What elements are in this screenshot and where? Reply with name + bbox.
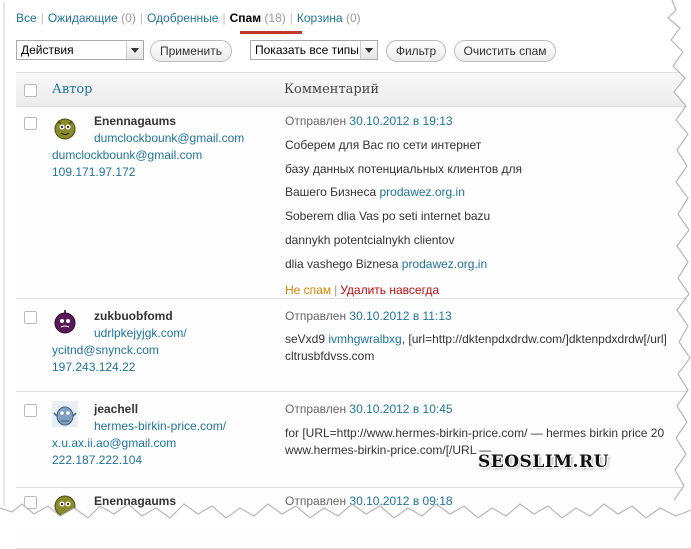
comment-text: seVxd9 (285, 332, 326, 346)
author-url-link[interactable]: hermes-birkin-price.com/ (94, 419, 226, 433)
table-row: Enennagaums dumclockbounk@gmail.com dumc… (16, 107, 691, 299)
comment-text-line: базу данных потенциальных клиентов для (285, 162, 523, 176)
comment-type-value: Показать все типы (255, 43, 359, 57)
column-author-header[interactable]: Автор (52, 82, 93, 97)
separator: | (289, 11, 293, 25)
comment-text: Вашего Бизнеса (285, 185, 377, 199)
empty-spam-button[interactable]: Очистить спам (454, 40, 556, 62)
comment-text-line: Вашего Бизнеса prodawez.org.in (285, 185, 465, 199)
chevron-down-icon (360, 41, 377, 59)
author-ip-link[interactable]: 109.171.97.172 (52, 165, 135, 179)
comment-text-line: dannykh potentcialnykh clientov (285, 233, 455, 247)
comment-text-line: seVxd9 ivmhgwralbxg, [url=http://dktenpd… (285, 332, 667, 346)
comment-meta: Отправлен 30.10.2012 в 19:13 (285, 114, 453, 128)
spam-highlight-underline (240, 31, 302, 34)
comment-date-link[interactable]: 30.10.2012 в 19:13 (349, 114, 452, 128)
author-url-link[interactable]: udrlpkejyjgk.com/ (94, 326, 187, 340)
comment-date-link[interactable]: 30.10.2012 в 11:13 (349, 309, 451, 323)
submitted-label: Отправлен (285, 402, 347, 416)
comment-text-line: Soberem dlia Vas po seti internet bazu (285, 209, 491, 223)
pending-count: (0) (121, 11, 136, 25)
submitted-label: Отправлен (285, 114, 347, 128)
table-header: Автор Комментарий (16, 73, 691, 107)
comment-text-line: for [URL=http://www.hermes-birkin-price.… (285, 426, 665, 440)
row-actions: Не спам | Удалить навсегда (285, 283, 439, 297)
comment-date-link[interactable]: 30.10.2012 в 09:18 (349, 494, 452, 508)
comment-link[interactable]: ivmhgwralbxg (328, 332, 401, 346)
comment-type-select[interactable]: Показать все типы (250, 40, 378, 60)
row-checkbox[interactable] (24, 117, 37, 130)
comment-text: , [url=http://dktenpdxdrdw.com/]dktenpdx… (401, 332, 667, 346)
submitted-label: Отправлен (285, 309, 347, 323)
not-spam-link[interactable]: Не спам (285, 283, 331, 297)
watermark-text: SEOSLIM.RU (478, 452, 609, 472)
comment-text-line: Соберем для Вас по сети интернет (285, 138, 482, 152)
comment-link[interactable]: prodawez.org.in (380, 185, 465, 199)
author-ip-link[interactable]: 222.187.222.104 (52, 453, 142, 467)
author-name: jeachell (94, 402, 139, 416)
row-checkbox[interactable] (24, 404, 37, 417)
apply-button[interactable]: Применить (150, 40, 232, 62)
filter-spam-link[interactable]: Спам (230, 11, 261, 25)
filter-pending-link[interactable]: Ожидающие (48, 11, 118, 25)
trash-count: (0) (345, 11, 361, 25)
author-name: Enennagaums (94, 494, 177, 508)
comment-meta: Отправлен 30.10.2012 в 09:18 (285, 494, 453, 508)
author-url-link[interactable]: dumclockbounk@gmail.com (94, 131, 244, 145)
table-row: Enennagaums Отправлен 30.10.2012 в 09:18 (16, 488, 691, 549)
separator: | (40, 11, 44, 25)
chevron-down-icon (126, 41, 143, 59)
avatar (54, 495, 76, 517)
author-ip-link[interactable]: 197.243.124.22 (52, 360, 135, 374)
separator: | (334, 283, 338, 297)
delete-permanently-link[interactable]: Удалить навсегда (340, 283, 439, 297)
author-email-link[interactable]: ycitnd@snynck.com (52, 343, 159, 357)
comments-table: Автор Комментарий Enennagaums dumclockbo… (16, 72, 691, 549)
table-row: zukbuobfomd udrlpkejyjgk.com/ ycitnd@sny… (16, 299, 691, 392)
filter-trash-link[interactable]: Корзина (297, 11, 343, 25)
avatar (54, 118, 76, 140)
status-filter-links: Все | Ожидающие (0) | Одобренные | Спам (18) | К… (16, 11, 361, 25)
avatar (52, 401, 78, 427)
row-checkbox[interactable] (24, 496, 37, 509)
bulk-actions-select[interactable]: Действия (16, 40, 144, 60)
table-row: jeachell hermes-birkin-price.com/ x.u.ax… (16, 392, 691, 488)
author-name: zukbuobfomd (94, 309, 173, 323)
comment-text-line: dlia vashego Biznesa prodawez.org.in (285, 257, 487, 271)
separator: | (222, 11, 226, 25)
comment-text: dlia vashego Biznesa (285, 257, 399, 271)
comment-link[interactable]: cltrusbfdvss.com (285, 349, 374, 363)
avatar (54, 310, 76, 334)
author-email-link[interactable]: x.u.ax.ii.ao@gmail.com (52, 436, 176, 450)
author-email-link[interactable]: dumclockbounk@gmail.com (52, 148, 202, 162)
spam-count: (18) (264, 11, 286, 25)
author-name: Enennagaums (94, 114, 177, 128)
filter-button[interactable]: Фильтр (386, 40, 446, 62)
comment-link[interactable]: prodawez.org.in (402, 257, 487, 271)
column-comment-header: Комментарий (284, 82, 380, 97)
submitted-label: Отправлен (285, 494, 347, 508)
comment-meta: Отправлен 30.10.2012 в 10:45 (285, 402, 453, 416)
comment-date-link[interactable]: 30.10.2012 в 10:45 (349, 402, 452, 416)
bulk-actions-value: Действия (21, 43, 74, 57)
select-all-checkbox[interactable] (24, 84, 37, 97)
row-checkbox[interactable] (24, 311, 37, 324)
filter-all-link[interactable]: Все (16, 11, 37, 25)
separator: | (139, 11, 143, 25)
comment-link[interactable]: www.hermes-birkin-price.com/[/URL — (285, 443, 491, 457)
filter-approved-link[interactable]: Одобренные (147, 11, 219, 25)
comment-meta: Отправлен 30.10.2012 в 11:13 (285, 309, 452, 323)
